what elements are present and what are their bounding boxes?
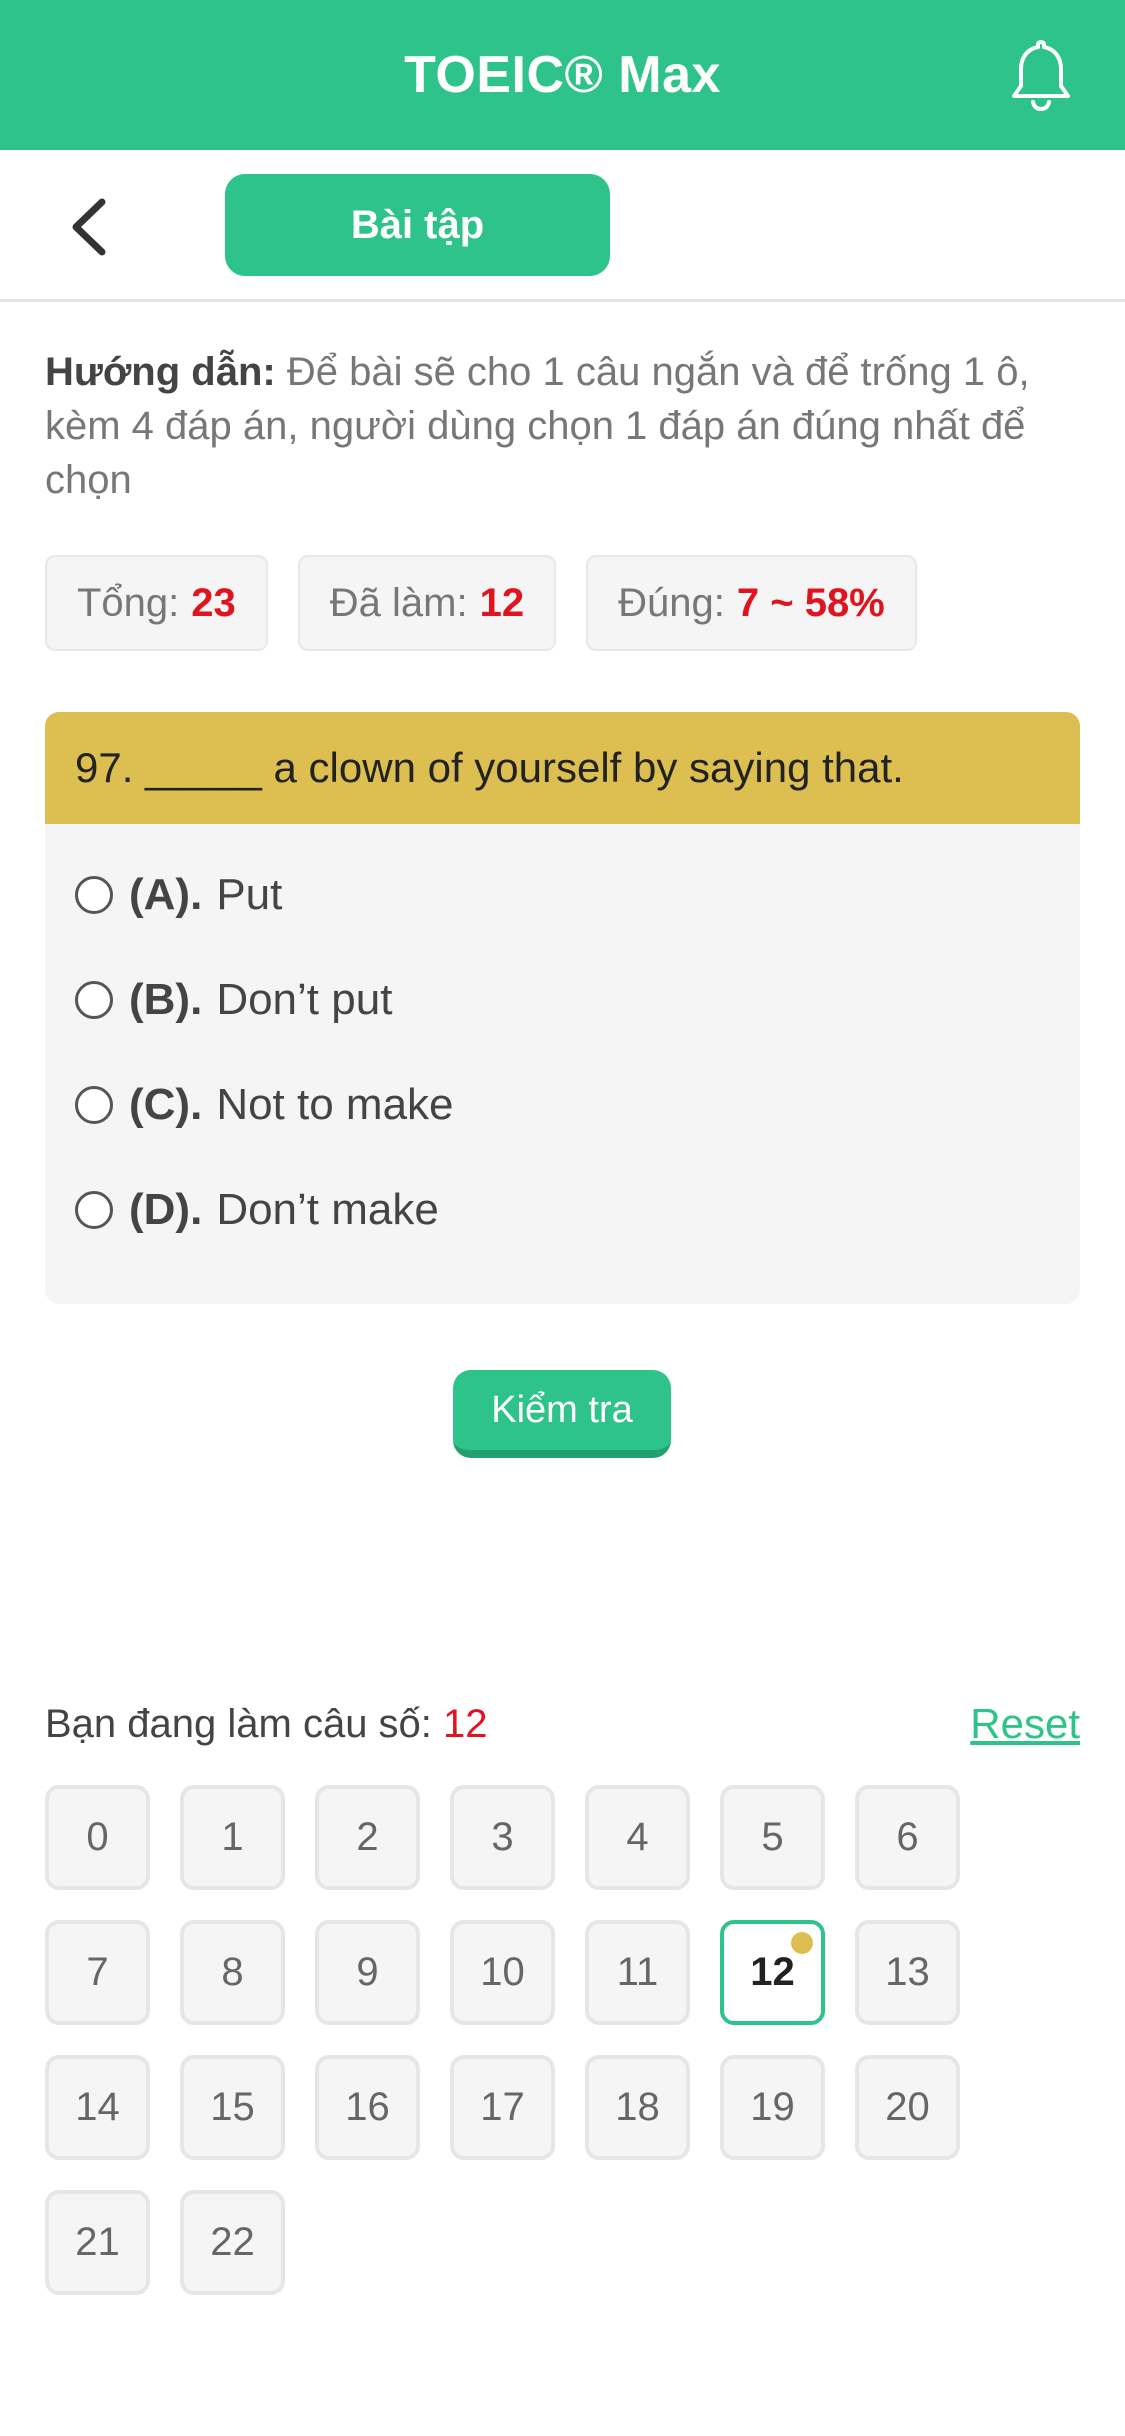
instructions-label: Hướng dẫn:: [45, 350, 276, 394]
option-text: Don’t put: [216, 974, 393, 1024]
question-cell[interactable]: 10: [450, 1920, 555, 2025]
progress-label: Bạn đang làm câu số:: [45, 1701, 432, 1746]
option-text: Put: [216, 869, 283, 919]
option-text: Don’t make: [216, 1184, 439, 1234]
radio-button[interactable]: [75, 980, 113, 1019]
question-cell[interactable]: 8: [180, 1920, 285, 2025]
instructions: Hướng dẫn: Để bài sẽ cho 1 câu ngắn và đ…: [45, 345, 1085, 507]
app-header: TOEIC® Max: [0, 0, 1125, 150]
stat-total-label: Tổng:: [77, 580, 180, 625]
radio-button[interactable]: [75, 875, 113, 914]
question-cell[interactable]: 16: [315, 2055, 420, 2160]
stats-row: Tổng: 23 Đã làm: 12 Đúng: 7 ~ 58%: [45, 555, 917, 651]
question-cell[interactable]: 19: [720, 2055, 825, 2160]
question-cell[interactable]: 17: [450, 2055, 555, 2160]
option-letter: (C).: [129, 1079, 203, 1129]
check-button[interactable]: Kiểm tra: [453, 1370, 671, 1458]
question-cell[interactable]: 18: [585, 2055, 690, 2160]
option-d[interactable]: (D). Don’t make: [45, 1157, 1080, 1262]
question-cell[interactable]: 22: [180, 2190, 285, 2295]
question-cell[interactable]: 7: [45, 1920, 150, 2025]
stat-correct: Đúng: 7 ~ 58%: [586, 555, 917, 651]
radio-button[interactable]: [75, 1085, 113, 1124]
bell-icon[interactable]: [1009, 38, 1073, 112]
question-cell[interactable]: 9: [315, 1920, 420, 2025]
question-cell-number: 12: [750, 1950, 795, 1994]
stat-total: Tổng: 23: [45, 555, 268, 651]
option-letter: (D).: [129, 1184, 203, 1234]
question-cell[interactable]: 2: [315, 1785, 420, 1890]
stat-total-value: 23: [191, 580, 236, 625]
question-text: 97. _____ a clown of yourself by saying …: [45, 712, 1080, 824]
option-letter: (B).: [129, 974, 203, 1024]
question-cell[interactable]: 3: [450, 1785, 555, 1890]
question-cell-current[interactable]: 12: [720, 1920, 825, 2025]
progress-text: Bạn đang làm câu số: 12: [45, 1702, 488, 1747]
option-text: Not to make: [216, 1079, 454, 1129]
radio-button[interactable]: [75, 1190, 113, 1229]
app-title: TOEIC® Max: [404, 46, 721, 104]
stat-correct-value: 7 ~ 58%: [736, 580, 885, 625]
question-cell[interactable]: 4: [585, 1785, 690, 1890]
question-cell[interactable]: 20: [855, 2055, 960, 2160]
stat-correct-label: Đúng:: [618, 580, 725, 625]
stat-done: Đã làm: 12: [297, 555, 557, 651]
option-letter: (A).: [129, 869, 203, 919]
sub-navigation: Bài tập: [0, 150, 1125, 302]
tab-exercise[interactable]: Bài tập: [225, 174, 610, 276]
question-grid: 0 1 2 3 4 5 6 7 8 9 10 11 12 13 14 15 16…: [45, 1785, 1105, 2295]
question-cell[interactable]: 6: [855, 1785, 960, 1890]
current-marker-dot: [791, 1932, 813, 1954]
question-cell[interactable]: 5: [720, 1785, 825, 1890]
question-card: 97. _____ a clown of yourself by saying …: [45, 712, 1080, 1304]
current-question-number: 12: [443, 1701, 488, 1746]
question-cell[interactable]: 21: [45, 2190, 150, 2295]
answer-options: (A). Put (B). Don’t put (C). Not to make…: [45, 824, 1080, 1262]
question-cell[interactable]: 11: [585, 1920, 690, 2025]
question-cell[interactable]: 1: [180, 1785, 285, 1890]
option-b[interactable]: (B). Don’t put: [45, 947, 1080, 1052]
option-c[interactable]: (C). Not to make: [45, 1052, 1080, 1157]
progress-row: Bạn đang làm câu số: 12 Reset: [45, 1700, 1080, 1748]
chevron-left-icon[interactable]: [62, 192, 116, 262]
reset-link[interactable]: Reset: [970, 1700, 1080, 1748]
question-cell[interactable]: 13: [855, 1920, 960, 2025]
stat-done-label: Đã làm:: [329, 580, 468, 625]
question-cell[interactable]: 0: [45, 1785, 150, 1890]
question-cell[interactable]: 14: [45, 2055, 150, 2160]
stat-done-value: 12: [479, 580, 525, 625]
question-cell[interactable]: 15: [180, 2055, 285, 2160]
option-a[interactable]: (A). Put: [45, 842, 1080, 947]
